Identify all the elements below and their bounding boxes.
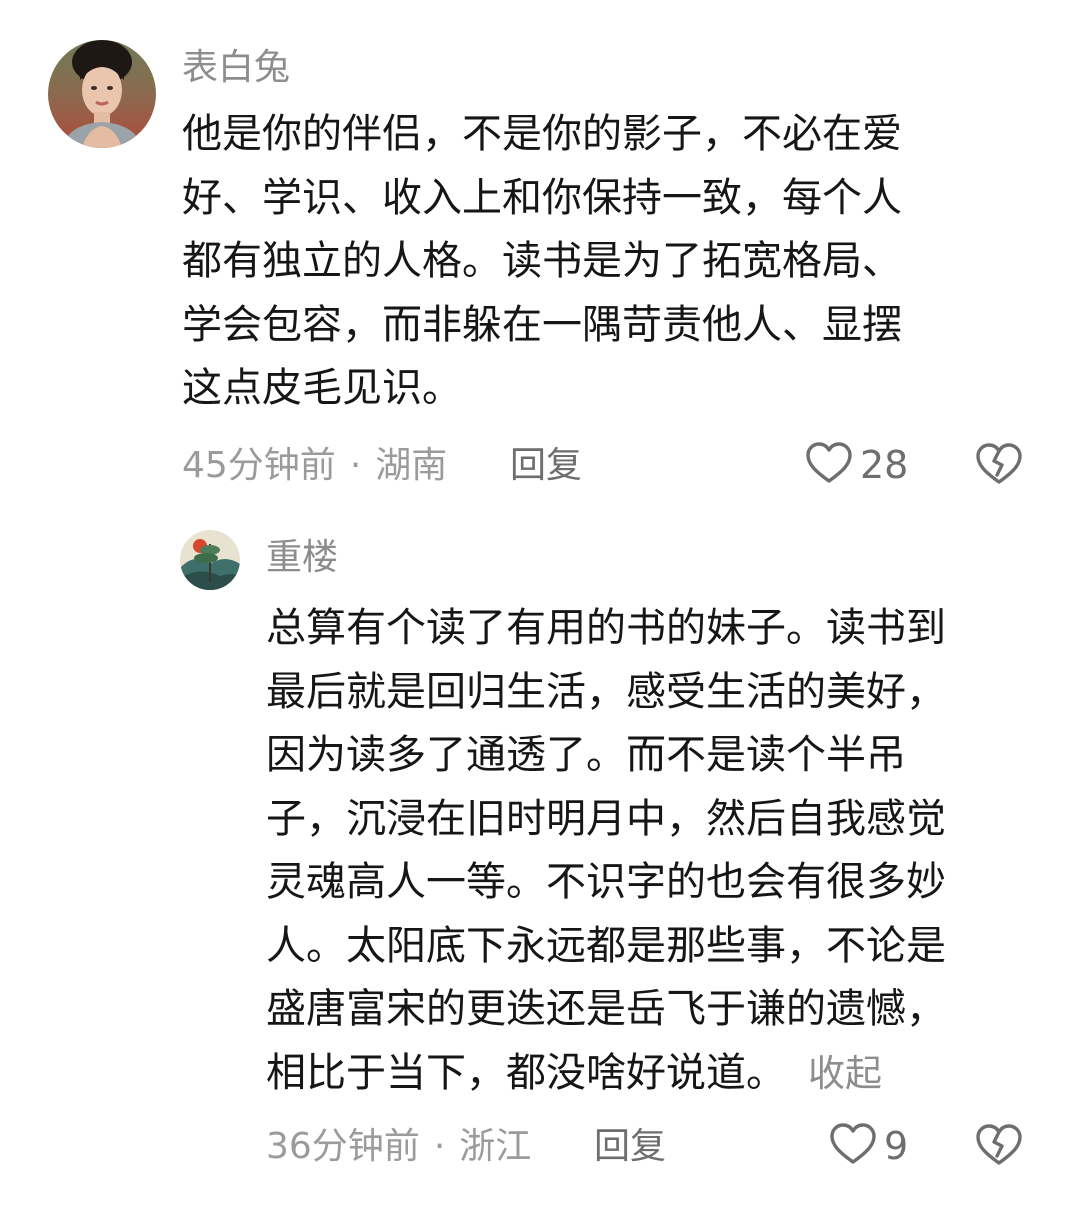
- broken-heart-icon: [976, 443, 1022, 489]
- comment-line: 都有独立的人格。读书是为了拓宽格局、: [182, 238, 902, 284]
- reply-meta: 36分钟前 · 浙江: [266, 1127, 531, 1167]
- reply-line: 人。太阳底下永远都是那些事，不论是: [266, 922, 946, 969]
- comment-line: 学会包容，而非躲在一隅苛责他人、显摆: [182, 301, 902, 348]
- reply-text: 总算有个读了有用的书的妹子。读书到 最后就是回归生活，感受生活的美好， 因为读多…: [266, 597, 946, 1105]
- like-button[interactable]: 9: [830, 1122, 908, 1170]
- dislike-button[interactable]: [976, 1124, 1022, 1170]
- reply-line: 总算有个读了有用的书的妹子。读书到: [266, 605, 946, 651]
- reply-line: 子，沉浸在旧时明月中，然后自我感觉: [266, 795, 946, 842]
- reply-line: 灵魂高人一等。不识字的也会有很多妙: [266, 859, 946, 905]
- reply-line: 相比于当下，都没啥好说道。: [266, 1049, 786, 1096]
- like-button[interactable]: 28: [806, 441, 908, 489]
- heart-outline-icon: [806, 442, 852, 488]
- reply-item: 重楼 总算有个读了有用的书的妹子。读书到 最后就是回归生活，感受生活的美好， 因…: [0, 500, 1080, 1205]
- reply-line-last: 相比于当下，都没啥好说道。 收起: [266, 1042, 946, 1106]
- comment-line: 好、学识、收入上和你保持一致，每个人: [182, 174, 902, 221]
- comment-location: 湖南: [375, 445, 448, 486]
- comment-text: 他是你的伴侣，不是你的影子，不必在爱 好、学识、收入上和你保持一致，每个人 都有…: [182, 103, 902, 421]
- meta-separator: ·: [433, 1126, 446, 1167]
- reply-line: 最后就是回归生活，感受生活的美好，: [266, 668, 946, 715]
- comment-meta: 45分钟前 · 湖南: [182, 446, 447, 486]
- collapse-button[interactable]: 收起: [808, 1052, 882, 1095]
- reply-line: 因为读多了通透了。而不是读个半吊: [266, 732, 906, 778]
- comment-username[interactable]: 表白兔: [182, 48, 290, 88]
- reply-username[interactable]: 重楼: [266, 538, 338, 578]
- reply-line: 盛唐富宋的更迭还是岳飞于谦的遗憾，: [266, 986, 946, 1032]
- comment-line: 他是你的伴侣，不是你的影子，不必在爱: [182, 111, 902, 157]
- comment-line: 这点皮毛见识。: [182, 365, 462, 411]
- like-count: 9: [884, 1124, 909, 1168]
- reply-location: 浙江: [459, 1126, 532, 1167]
- avatar[interactable]: [180, 530, 240, 590]
- dislike-button[interactable]: [976, 443, 1022, 489]
- heart-outline-icon: [830, 1123, 876, 1169]
- broken-heart-icon: [976, 1124, 1022, 1170]
- meta-separator: ·: [349, 445, 362, 486]
- reply-button[interactable]: 回复: [510, 446, 582, 486]
- avatar[interactable]: [48, 40, 156, 148]
- reply-button[interactable]: 回复: [594, 1127, 666, 1167]
- comment-time: 45分钟前: [182, 445, 336, 486]
- like-count: 28: [860, 443, 909, 487]
- reply-time: 36分钟前: [266, 1126, 420, 1167]
- comment-item: 表白兔 他是你的伴侣，不是你的影子，不必在爱 好、学识、收入上和你保持一致，每个…: [0, 0, 1080, 500]
